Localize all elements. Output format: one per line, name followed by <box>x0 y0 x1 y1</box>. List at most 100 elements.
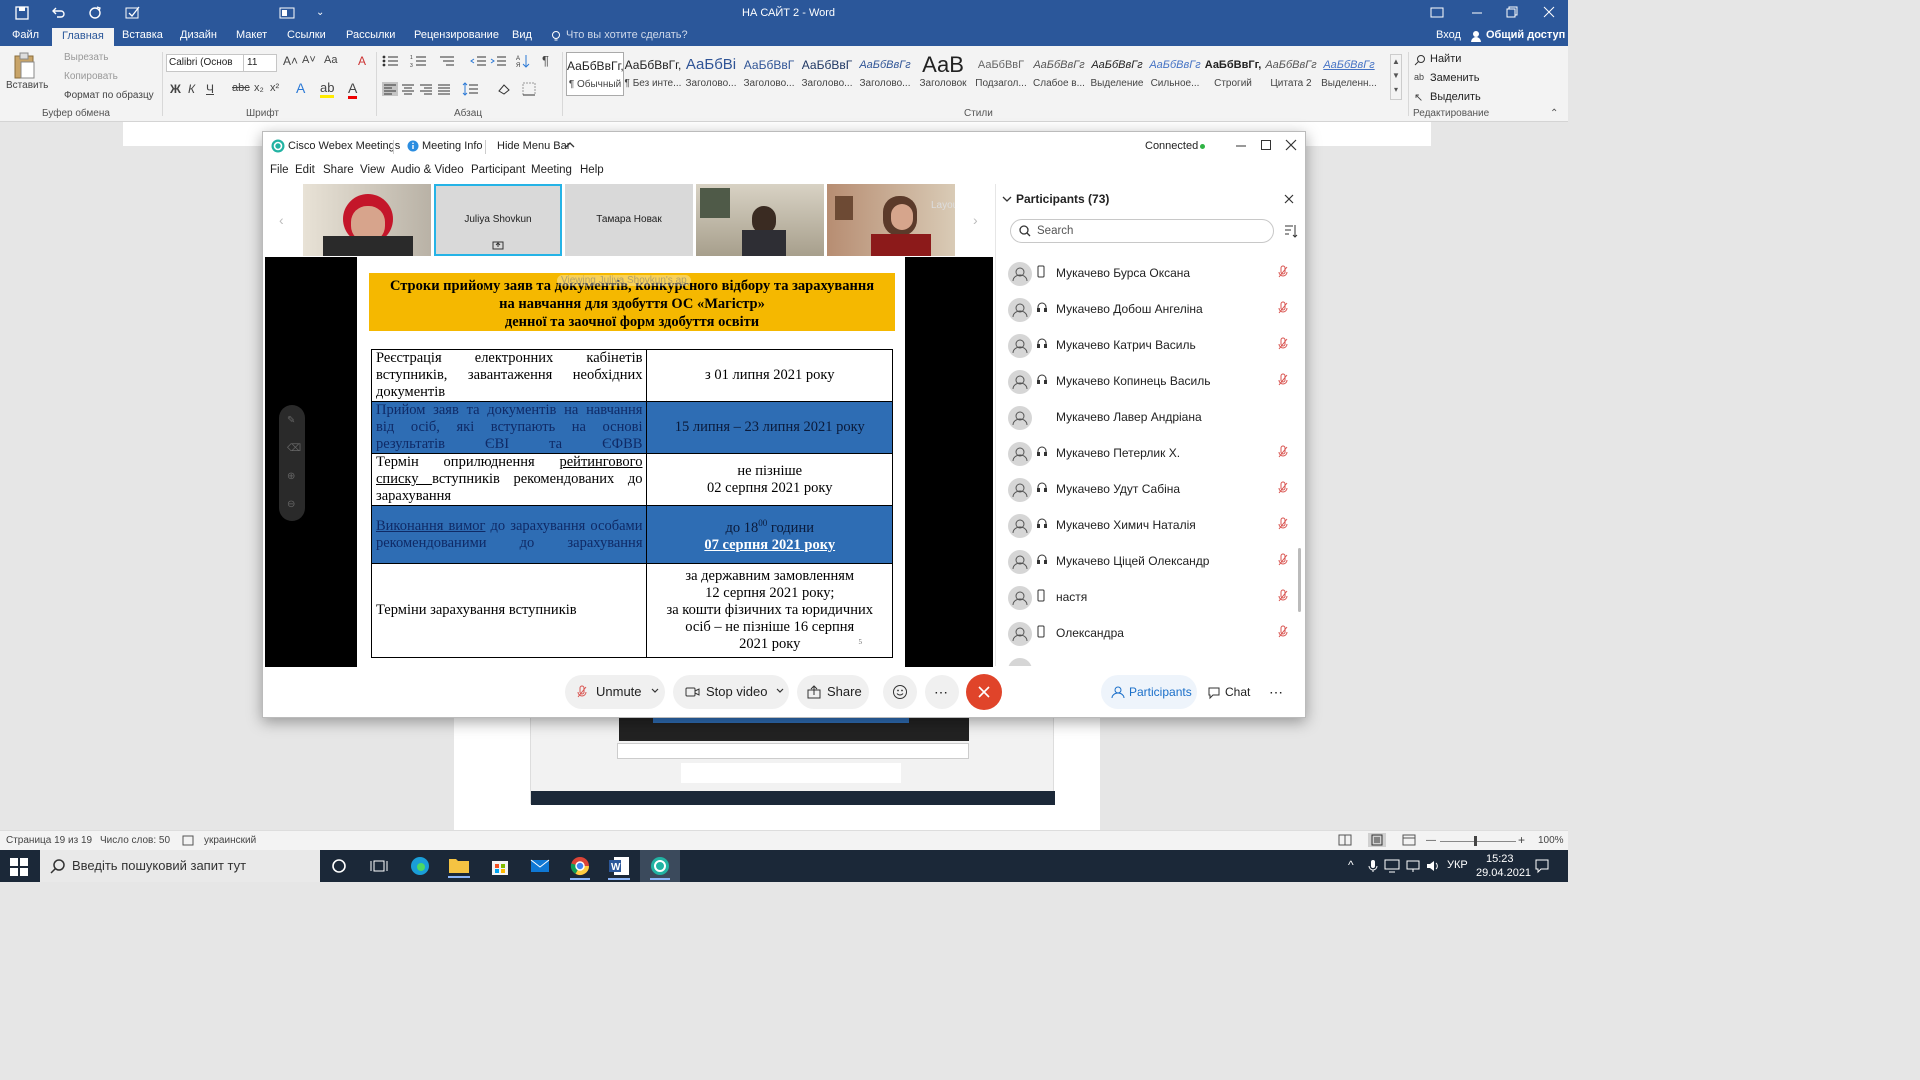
menu-meeting[interactable]: Meeting <box>531 164 572 176</box>
tab-home[interactable]: Главная <box>52 28 114 46</box>
participant-row[interactable]: Мукачево Лавер Андріана <box>1006 400 1296 436</box>
menu-help[interactable]: Help <box>580 164 604 176</box>
panel-more-button[interactable]: ⋯ <box>1261 675 1291 709</box>
participant-row[interactable]: Мукачево Ціцей Олександр <box>1006 544 1296 580</box>
tab-file[interactable]: Файл <box>12 29 39 41</box>
undo-icon[interactable] <box>50 5 66 21</box>
mail-icon[interactable] <box>530 858 550 874</box>
participant-row[interactable]: Мукачево Петерлик Х. <box>1006 436 1296 472</box>
tab-view[interactable]: Вид <box>512 29 532 41</box>
font-color-icon[interactable]: A <box>348 80 358 99</box>
file-explorer-icon[interactable] <box>448 856 470 878</box>
borders-icon[interactable] <box>522 82 536 96</box>
align-center-icon[interactable] <box>400 82 416 96</box>
volume-tray-icon[interactable] <box>1426 859 1440 873</box>
menu-view[interactable]: View <box>360 164 385 176</box>
paste-button[interactable]: Вставить <box>6 80 48 91</box>
cortana-icon[interactable] <box>331 858 347 874</box>
close-panel-icon[interactable] <box>1284 194 1294 204</box>
zoom-out-icon[interactable]: ⊖ <box>287 499 295 510</box>
chevron-down-icon[interactable] <box>651 688 659 694</box>
decrease-indent-icon[interactable] <box>470 54 488 68</box>
menu-participant[interactable]: Participant <box>471 164 525 176</box>
annotate-icon[interactable]: ✎ <box>287 415 295 426</box>
grow-font-icon[interactable]: A˄ <box>283 54 298 68</box>
sign-in-link[interactable]: Вход <box>1436 29 1461 41</box>
tab-design[interactable]: Дизайн <box>180 29 217 41</box>
strip-prev-icon[interactable]: ‹ <box>279 212 284 228</box>
zoom-in-icon[interactable]: ⊕ <box>287 471 295 482</box>
align-left-icon[interactable] <box>382 82 398 96</box>
tab-insert[interactable]: Вставка <box>122 29 163 41</box>
customize-qat-icon[interactable]: ⌄ <box>316 7 324 18</box>
share-button[interactable]: Общий доступ <box>1486 29 1565 41</box>
proofing-icon[interactable] <box>182 835 196 847</box>
read-mode-icon[interactable] <box>1338 834 1352 846</box>
paste-icon[interactable] <box>12 52 36 80</box>
muted-mic-icon[interactable] <box>1278 517 1288 531</box>
end-meeting-button[interactable] <box>966 674 1002 710</box>
tab-references[interactable]: Ссылки <box>287 29 326 41</box>
muted-mic-icon[interactable] <box>1278 337 1288 351</box>
text-effects-icon[interactable]: A <box>296 80 305 96</box>
print-layout-icon[interactable] <box>1368 833 1386 847</box>
word-minimize-icon[interactable] <box>1470 6 1484 20</box>
store-icon[interactable] <box>490 856 510 876</box>
find-button[interactable]: Найти <box>1430 53 1461 65</box>
windows-start-icon[interactable] <box>10 858 28 876</box>
clock-date[interactable]: 29.04.2021 <box>1476 867 1531 879</box>
muted-mic-icon[interactable] <box>1278 265 1288 279</box>
video-tile-juliya[interactable]: Juliya Shovkun <box>434 184 562 256</box>
video-tile-1[interactable] <box>303 184 431 256</box>
stop-video-button[interactable]: Stop video <box>673 675 789 709</box>
participant-row[interactable]: Мукачево Копинець Василь <box>1006 364 1296 400</box>
share-button[interactable]: Share <box>797 675 869 709</box>
muted-mic-icon[interactable] <box>1278 301 1288 315</box>
menu-edit[interactable]: Edit <box>295 164 315 176</box>
participants-scrollbar[interactable] <box>1298 548 1301 612</box>
keyboard-language[interactable]: УКР <box>1447 859 1468 871</box>
highlight-icon[interactable]: ab <box>320 80 335 98</box>
clear-format-icon[interactable]: A <box>358 54 366 68</box>
participant-row[interactable]: Мукачево Удут Сабіна <box>1006 472 1296 508</box>
participant-row[interactable]: Мукачево Катрич Василь <box>1006 328 1296 364</box>
line-spacing-icon[interactable] <box>462 82 480 96</box>
style-emphasis[interactable]: АаБбВвГг Выделение <box>1088 52 1146 96</box>
chrome-icon[interactable] <box>570 856 590 880</box>
more-options-button[interactable]: ⋯ <box>925 675 959 709</box>
format-painter-button[interactable]: Формат по образцу <box>64 90 154 101</box>
italic-icon[interactable]: К <box>188 82 195 96</box>
participant-row[interactable]: настя <box>1006 580 1296 616</box>
edge-icon[interactable] <box>410 856 430 876</box>
word-count[interactable]: Число слов: 50 <box>100 835 170 846</box>
collapse-ribbon-icon[interactable]: ⌃ <box>1550 108 1558 119</box>
style-quote-2[interactable]: АаБбВвГг Цитата 2 <box>1262 52 1320 96</box>
replace-button[interactable]: Заменить <box>1430 72 1479 84</box>
participant-search-input[interactable]: Search <box>1010 219 1274 243</box>
layout-button[interactable]: Layout <box>931 200 955 211</box>
bold-icon[interactable]: Ж <box>170 82 181 96</box>
muted-mic-icon[interactable] <box>1278 625 1288 639</box>
style-heading-1[interactable]: АаБбВі Заголово... <box>682 52 740 96</box>
webex-minimize-icon[interactable] <box>1235 140 1247 152</box>
display-tray-icon[interactable] <box>1384 859 1400 873</box>
menu-audio-video[interactable]: Audio & Video <box>391 164 464 176</box>
underline-icon[interactable]: Ч <box>206 82 214 96</box>
participant-row[interactable]: Мукачево Бурса Оксана <box>1006 256 1296 292</box>
muted-mic-icon[interactable] <box>1278 481 1288 495</box>
zoom-level[interactable]: 100% <box>1538 835 1564 846</box>
ribbon-options-icon[interactable] <box>1430 5 1444 19</box>
meeting-info-button[interactable]: Meeting Info <box>422 140 483 152</box>
font-size-box[interactable]: 11 <box>243 54 277 72</box>
style-subtitle[interactable]: АаБбВвГ Подзагол... <box>972 52 1030 96</box>
unmute-button[interactable]: Unmute <box>565 675 665 709</box>
chevron-down-icon[interactable] <box>1002 195 1012 203</box>
word-restore-icon[interactable] <box>1505 5 1519 19</box>
zoom-in-button[interactable]: + <box>1518 833 1525 847</box>
taskbar-search-box[interactable]: Введіть пошуковий запит тут <box>40 850 320 882</box>
participant-row-partial[interactable] <box>1006 652 1296 666</box>
shading-icon[interactable] <box>496 82 512 96</box>
word-taskbar-icon[interactable]: W <box>608 856 630 880</box>
zoom-slider-thumb[interactable] <box>1474 836 1477 846</box>
tab-mailings[interactable]: Рассылки <box>346 29 395 41</box>
